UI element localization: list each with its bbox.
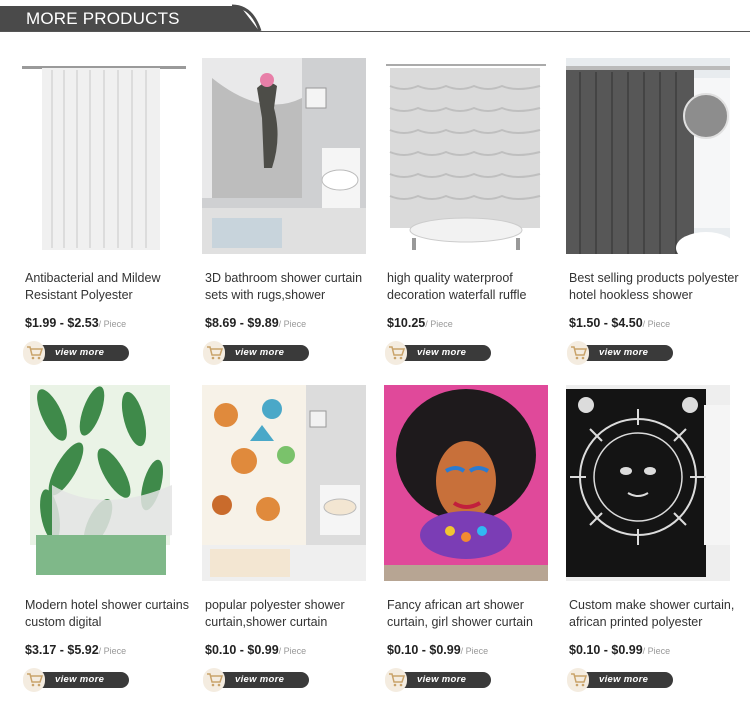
section-title: MORE PRODUCTS — [0, 6, 260, 32]
price-unit: / Piece — [278, 646, 307, 656]
price-unit: / Piece — [98, 319, 127, 329]
view-more-button[interactable]: view more — [203, 668, 309, 692]
price-unit: / Piece — [642, 646, 671, 656]
view-more-label: view more — [55, 674, 105, 685]
product-price: $8.69 - $9.89/ Piece — [205, 314, 306, 332]
price-unit: / Piece — [278, 319, 307, 329]
product-title[interactable]: 3D bathroom shower curtain sets with rug… — [205, 270, 375, 304]
cart-icon — [207, 346, 224, 360]
product-image-fox-curtain[interactable] — [202, 385, 366, 581]
product-price: $1.99 - $2.53/ Piece — [25, 314, 126, 332]
product-title[interactable]: Best selling products polyester hotel ho… — [569, 270, 739, 304]
product-image-leaf-curtain[interactable] — [22, 385, 186, 581]
product-image-sun-moon-curtain[interactable] — [566, 385, 730, 581]
product-title[interactable]: popular polyester shower curtain,shower … — [205, 597, 375, 631]
price-value: $0.10 - $0.99 — [387, 643, 461, 657]
price-value: $8.69 - $9.89 — [205, 316, 279, 330]
view-more-label: view more — [599, 674, 649, 685]
view-more-label: view more — [235, 347, 285, 358]
price-unit: / Piece — [425, 319, 453, 329]
price-unit: / Piece — [460, 646, 489, 656]
cart-icon — [27, 346, 44, 360]
view-more-button[interactable]: view more — [385, 668, 491, 692]
cart-icon — [389, 346, 406, 360]
view-more-label: view more — [599, 347, 649, 358]
view-more-button[interactable]: view more — [23, 341, 129, 365]
product-image-african-art-curtain[interactable] — [384, 385, 548, 581]
cart-icon — [389, 673, 406, 687]
view-more-label: view more — [417, 674, 467, 685]
product-price: $10.25/ Piece — [387, 314, 453, 332]
section-header: MORE PRODUCTS — [0, 0, 750, 34]
price-unit: / Piece — [98, 646, 127, 656]
product-price: $0.10 - $0.99/ Piece — [205, 641, 306, 659]
price-value: $1.99 - $2.53 — [25, 316, 99, 330]
cart-icon — [571, 673, 588, 687]
header-decoration — [231, 4, 262, 32]
product-price: $0.10 - $0.99/ Piece — [387, 641, 488, 659]
product-image-dinosaur-curtain[interactable] — [202, 58, 366, 254]
view-more-button[interactable]: view more — [385, 341, 491, 365]
product-title[interactable]: Fancy african art shower curtain, girl s… — [387, 597, 557, 631]
product-image-ruffle-curtain[interactable] — [384, 58, 548, 254]
cart-icon — [571, 346, 588, 360]
header-divider — [0, 31, 750, 32]
product-image-gray-curtain[interactable] — [566, 58, 730, 254]
product-price: $1.50 - $4.50/ Piece — [569, 314, 670, 332]
product-title[interactable]: Modern hotel shower curtains custom digi… — [25, 597, 195, 631]
view-more-button[interactable]: view more — [203, 341, 309, 365]
view-more-button[interactable]: view more — [567, 668, 673, 692]
view-more-label: view more — [417, 347, 467, 358]
view-more-label: view more — [235, 674, 285, 685]
price-value: $10.25 — [387, 316, 426, 330]
price-value: $0.10 - $0.99 — [205, 643, 279, 657]
product-image-white-curtain[interactable] — [22, 58, 186, 254]
cart-icon — [27, 673, 44, 687]
price-unit: / Piece — [642, 319, 671, 329]
product-price: $0.10 - $0.99/ Piece — [569, 641, 670, 659]
product-title[interactable]: high quality waterproof decoration water… — [387, 270, 557, 304]
price-value: $0.10 - $0.99 — [569, 643, 643, 657]
view-more-button[interactable]: view more — [23, 668, 129, 692]
price-value: $3.17 - $5.92 — [25, 643, 99, 657]
product-title[interactable]: Antibacterial and Mildew Resistant Polye… — [25, 270, 195, 304]
product-title[interactable]: Custom make shower curtain, african prin… — [569, 597, 739, 631]
cart-icon — [207, 673, 224, 687]
product-price: $3.17 - $5.92/ Piece — [25, 641, 126, 659]
view-more-button[interactable]: view more — [567, 341, 673, 365]
view-more-label: view more — [55, 347, 105, 358]
price-value: $1.50 - $4.50 — [569, 316, 643, 330]
